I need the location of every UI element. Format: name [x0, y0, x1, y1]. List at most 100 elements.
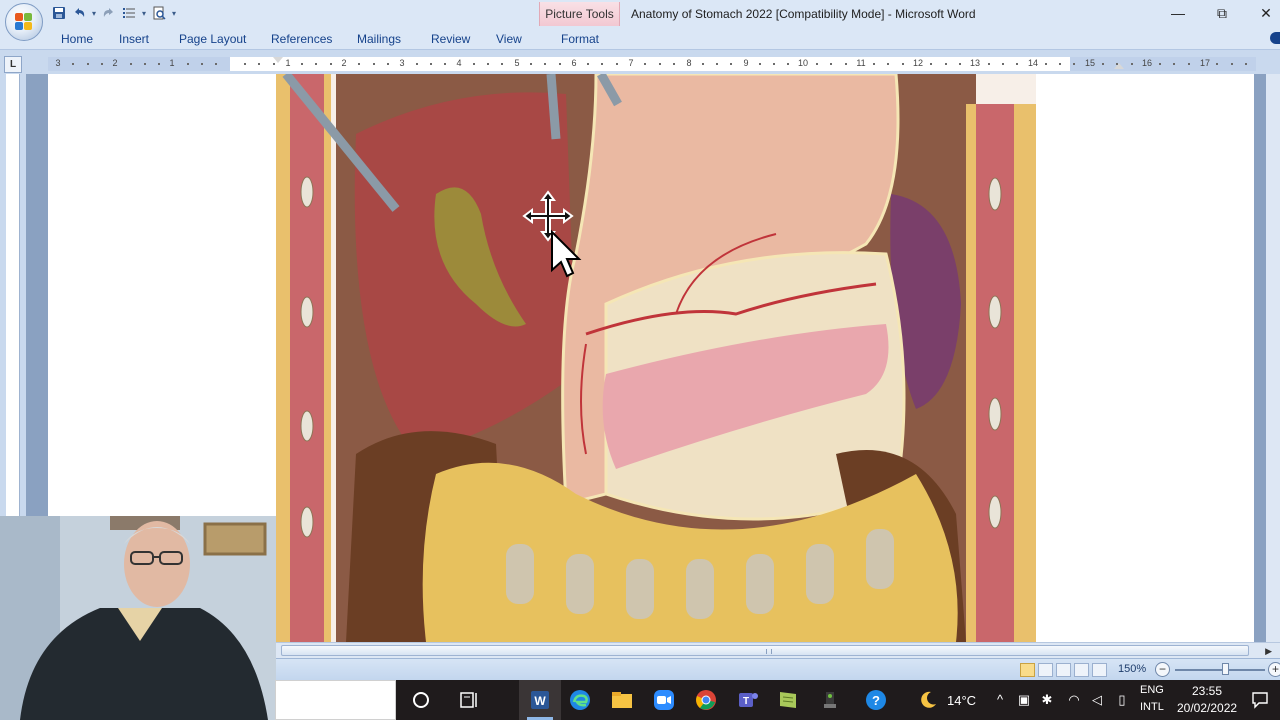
tab-view[interactable]: View: [496, 32, 522, 46]
restore-button[interactable]: ⧉: [1210, 3, 1234, 23]
ruler-tick: [429, 63, 432, 65]
tab-review[interactable]: Review: [431, 32, 470, 46]
list-dropdown-icon[interactable]: ▾: [140, 4, 148, 22]
ruler-tick: [773, 63, 775, 65]
ruler-tick: [1044, 63, 1047, 65]
ruler-label: 16: [1141, 58, 1153, 68]
horizontal-scroll-thumb[interactable]: [281, 645, 1249, 656]
ruler-tick: [1016, 63, 1019, 65]
ruler-tick: [415, 63, 418, 65]
scroll-right-icon[interactable]: ▶: [1265, 646, 1272, 657]
clock-time[interactable]: 23:55: [1192, 684, 1222, 698]
zoom-slider[interactable]: [1175, 669, 1265, 671]
ruler-label: 13: [969, 58, 981, 68]
zoom-icon[interactable]: [652, 688, 676, 712]
outline-view-button[interactable]: [1074, 663, 1089, 677]
ruler-tick: [887, 63, 890, 65]
ruler-tick: [672, 63, 675, 65]
battery-icon[interactable]: ▯: [1114, 692, 1130, 708]
print-layout-view-button[interactable]: [1020, 663, 1035, 677]
show-hidden-icons-icon[interactable]: ^: [992, 692, 1008, 708]
zoom-out-button[interactable]: −: [1155, 662, 1170, 677]
close-button[interactable]: ✕: [1254, 3, 1278, 23]
tab-insert[interactable]: Insert: [119, 32, 149, 46]
list-icon[interactable]: [120, 4, 138, 22]
ruler-label: 2: [341, 58, 347, 68]
tab-format[interactable]: Format: [561, 32, 599, 46]
wifi-icon[interactable]: ◠: [1066, 692, 1082, 708]
bluetooth-icon[interactable]: ✱: [1039, 692, 1055, 708]
ruler-tick: [558, 63, 561, 65]
ruler-label: 14: [1027, 58, 1039, 68]
volume-icon[interactable]: ◁: [1089, 692, 1105, 708]
help-icon[interactable]: ?: [864, 688, 888, 712]
display-icon[interactable]: ▣: [1016, 692, 1032, 708]
ruler-tick: [358, 63, 361, 65]
customize-toolbar-icon[interactable]: ▾: [170, 4, 178, 22]
draft-view-button[interactable]: [1092, 663, 1107, 677]
file-explorer-icon[interactable]: [610, 688, 634, 712]
tab-references[interactable]: References: [271, 32, 332, 46]
ruler-tick: [1130, 63, 1133, 65]
zoom-level[interactable]: 150%: [1118, 663, 1146, 675]
ruler-label: 3: [399, 58, 405, 68]
horizontal-scrollbar[interactable]: ▶: [275, 642, 1280, 658]
picture-tools-context-label: Picture Tools: [539, 2, 620, 26]
vertical-scrollbar[interactable]: [1266, 74, 1280, 642]
weather-temperature[interactable]: 14°C: [947, 693, 976, 708]
full-screen-reading-view-button[interactable]: [1038, 663, 1053, 677]
tab-mailings[interactable]: Mailings: [357, 32, 401, 46]
ruler-label: 15: [1084, 58, 1096, 68]
task-view-icon[interactable]: [457, 688, 481, 712]
tab-page-layout[interactable]: Page Layout: [179, 32, 246, 46]
ruler-tick: [487, 63, 489, 65]
undo-dropdown-icon[interactable]: ▾: [90, 4, 98, 22]
scroll-grip-icon: [766, 649, 772, 654]
zoom-slider-thumb[interactable]: [1222, 663, 1229, 675]
chrome-icon[interactable]: [694, 688, 718, 712]
language-indicator-line1[interactable]: ENG: [1140, 684, 1164, 696]
weather-moon-icon[interactable]: [916, 688, 940, 712]
ruler-tick: [372, 63, 375, 65]
edge-icon[interactable]: [568, 688, 592, 712]
app-icon[interactable]: [818, 688, 842, 712]
taskbar-search-box[interactable]: [275, 680, 396, 720]
ruler-tick: [844, 63, 847, 65]
teams-icon[interactable]: T: [736, 688, 760, 712]
undo-icon[interactable]: [70, 4, 88, 22]
notepad-icon[interactable]: [776, 688, 800, 712]
help-icon[interactable]: [1270, 32, 1280, 44]
minimize-button[interactable]: —: [1166, 3, 1190, 23]
web-layout-view-button[interactable]: [1056, 663, 1071, 677]
zoom-in-button[interactable]: +: [1268, 662, 1280, 677]
ruler-tick: [958, 63, 961, 65]
office-button[interactable]: [5, 3, 43, 41]
notifications-icon[interactable]: [1250, 690, 1270, 710]
print-preview-icon[interactable]: [150, 4, 168, 22]
ruler-tick: [615, 63, 618, 65]
ruler-tick: [1244, 63, 1247, 65]
ruler-tick: [1073, 63, 1076, 65]
clock-date[interactable]: 20/02/2022: [1177, 701, 1237, 715]
first-line-indent-marker[interactable]: [273, 57, 283, 63]
ruler-tick: [86, 63, 89, 65]
ruler-label: 2: [112, 58, 118, 68]
anatomy-picture[interactable]: [276, 74, 1036, 642]
redo-icon[interactable]: [100, 4, 118, 22]
save-icon[interactable]: [50, 4, 68, 22]
language-indicator-line2[interactable]: INTL: [1140, 701, 1164, 713]
ruler-label: 12: [912, 58, 924, 68]
tab-home[interactable]: Home: [61, 32, 93, 46]
windows-taskbar: W T ? 14°C ^ ▣ ✱ ◠ ◁ ▯ ENG INTL 23:55 20…: [275, 680, 1280, 720]
ruler-tick: [201, 63, 203, 65]
word-icon[interactable]: W: [528, 688, 552, 712]
ruler-tick: [272, 63, 275, 65]
horizontal-ruler[interactable]: 3 2 1 1 2 3 4 5 6 7 8 9 10 11 12 13 14 1…: [48, 57, 1256, 71]
ruler-label: 9: [743, 58, 749, 68]
cortana-icon[interactable]: [409, 688, 433, 712]
tab-selector-button[interactable]: L: [4, 56, 22, 73]
status-bar: 150% − +: [275, 658, 1280, 680]
ruler-tick: [1059, 63, 1061, 65]
ruler-tick: [501, 63, 504, 65]
ruler-tick: [301, 63, 304, 65]
